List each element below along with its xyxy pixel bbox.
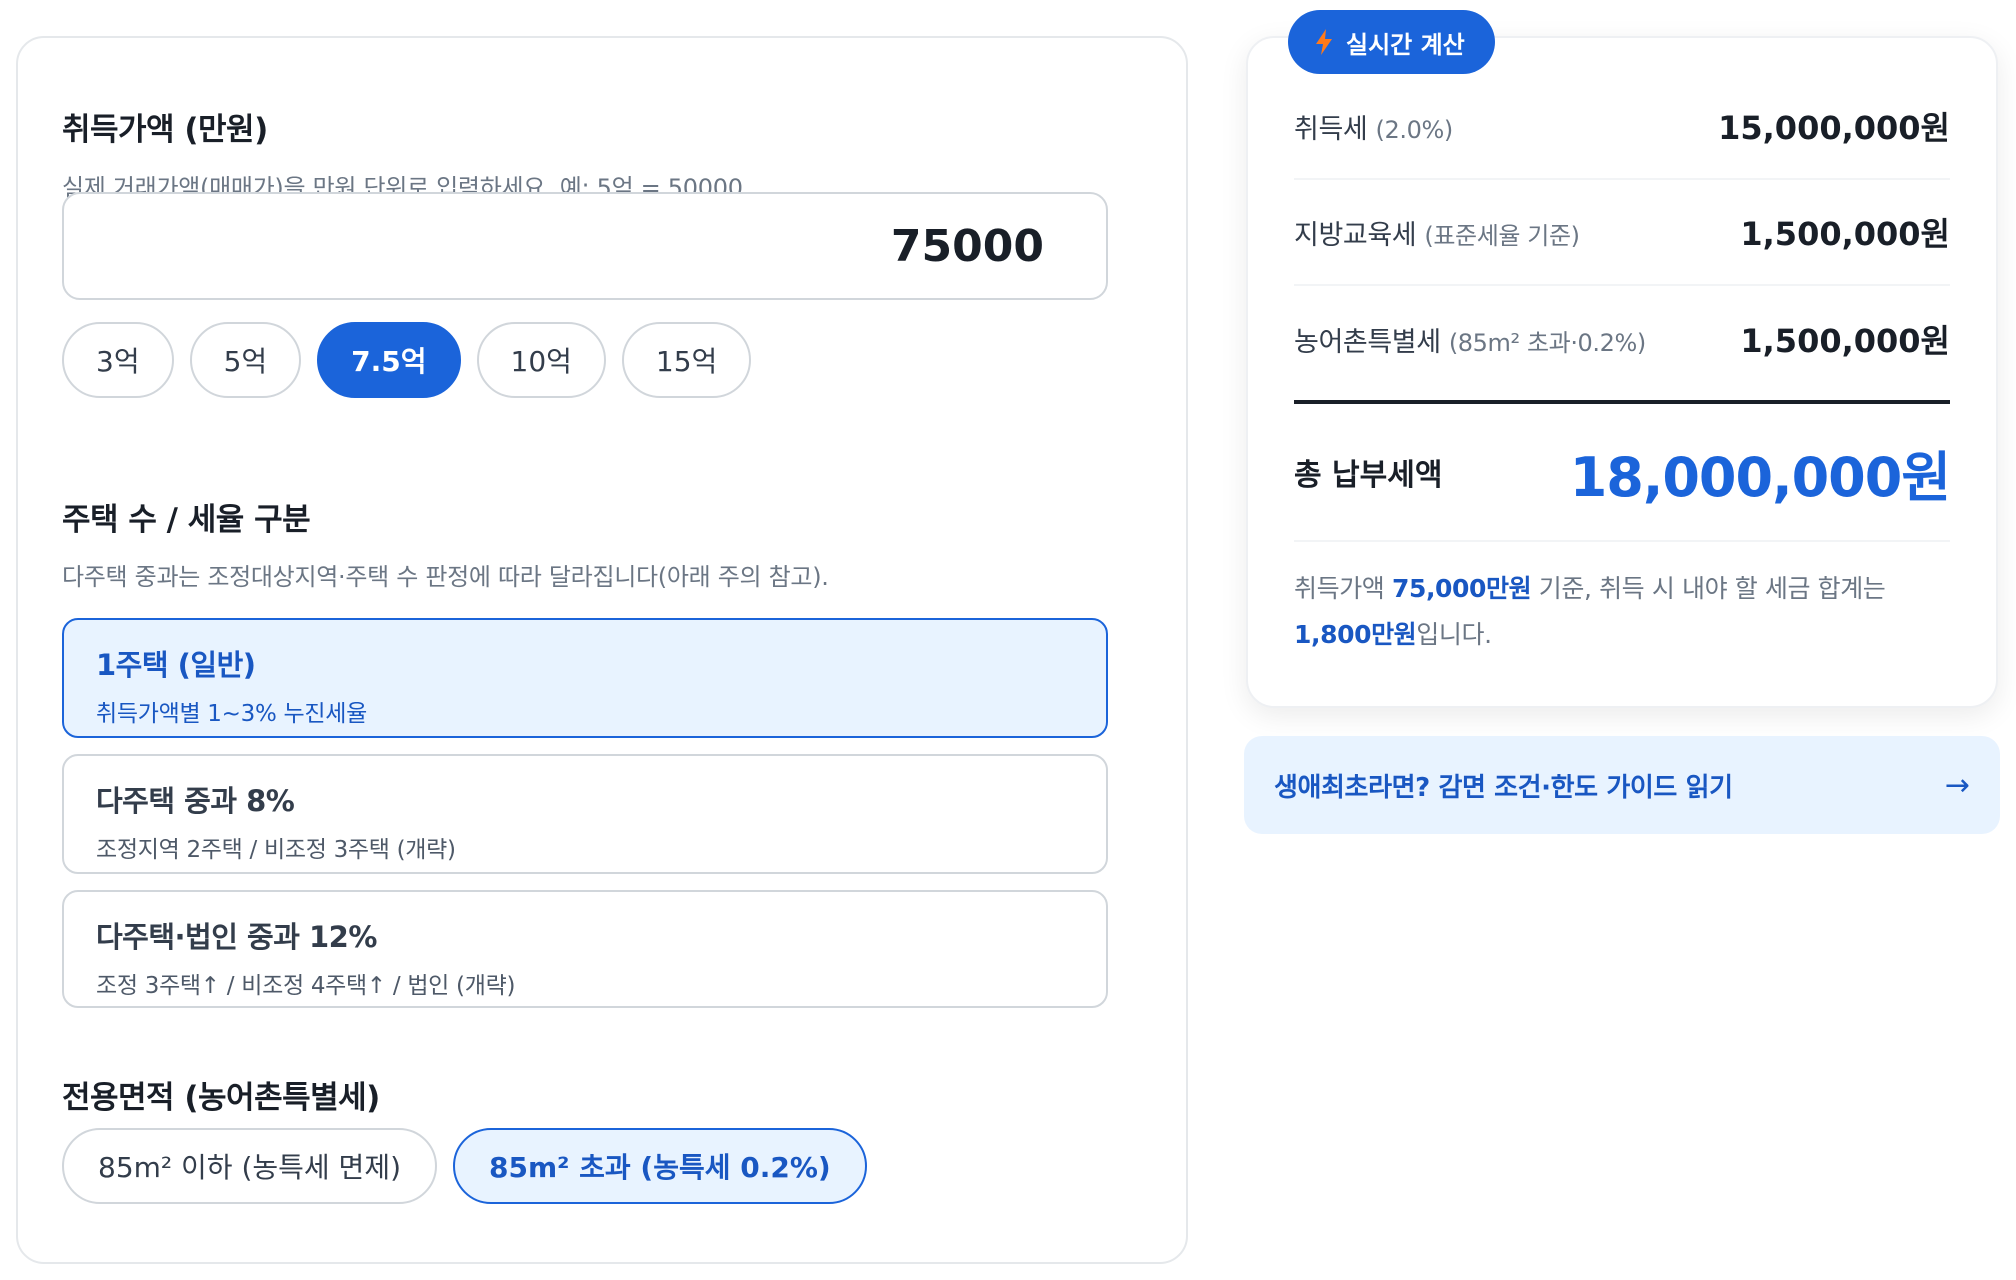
house-option-single[interactable]: 1주택 (일반) 취득가액별 1~3% 누진세율 [62,618,1108,738]
guide-label: 생애최초라면? 감면 조건·한도 가이드 읽기 [1274,772,1733,803]
badge-label: 실시간 계산 [1346,30,1465,59]
option-subtitle: 조정 3주택↑ / 비조정 4주택↑ / 법인 (개략) [96,973,516,999]
realtime-badge: 실시간 계산 [1288,10,1495,74]
tax-row-rural: 농어촌특별세 (85m² 초과·0.2%) 1,500,000원 [1294,286,1950,392]
preset-chip-5[interactable]: 5억 [189,322,302,398]
total-value: 18,000,000원 [1569,445,1951,509]
option-title: 다주택·법인 중과 12% [96,920,377,954]
option-title: 다주택 중과 8% [96,784,295,818]
house-option-multi-12[interactable]: 다주택·법인 중과 12% 조정 3주택↑ / 비조정 4주택↑ / 법인 (개… [62,890,1108,1008]
house-option-multi-8[interactable]: 다주택 중과 8% 조정지역 2주택 / 비조정 3주택 (개략) [62,754,1108,874]
area-options: 85m² 이하 (농특세 면제) 85m² 초과 (농특세 0.2%) [62,1128,867,1204]
total-row: 총 납부세액 18,000,000원 [1294,404,1951,542]
preset-chip-7-5[interactable]: 7.5억 [317,322,461,398]
total-label: 총 납부세액 [1294,458,1443,493]
option-title: 1주택 (일반) [96,648,256,682]
tax-row-education: 지방교육세 (표준세율 기준) 1,500,000원 [1294,180,1950,286]
preset-chip-15[interactable]: 15억 [621,322,752,398]
row-value: 1,500,000원 [1740,322,1950,360]
price-preset-chips: 3억 5억 7.5억 10억 15억 [62,322,752,398]
price-input[interactable] [62,192,1108,300]
row-value: 1,500,000원 [1740,215,1950,253]
area-chip-over-85[interactable]: 85m² 초과 (농특세 0.2%) [453,1128,867,1204]
arrow-right-icon: → [1944,767,1970,803]
price-section-title: 취득가액 (만원) [62,112,268,148]
result-summary: 취득가액 75,000만원 기준, 취득 시 내야 할 세금 합계는 1,800… [1294,574,1886,649]
option-subtitle: 조정지역 2주택 / 비조정 3주택 (개략) [96,837,456,863]
first-home-guide-link[interactable]: 생애최초라면? 감면 조건·한도 가이드 읽기 → [1244,736,2000,834]
preset-chip-3[interactable]: 3억 [62,322,174,398]
houses-section-desc: 다주택 중과는 조정대상지역·주택 수 판정에 따라 달라집니다(아래 주의 참… [62,563,829,591]
houses-section-title: 주택 수 / 세율 구분 [62,502,311,538]
row-label: 지방교육세 (표준세율 기준) [1294,219,1580,251]
bolt-icon [1316,29,1332,55]
row-label: 취득세 (2.0%) [1294,113,1453,145]
option-subtitle: 취득가액별 1~3% 누진세율 [96,701,367,727]
tax-row-acquisition: 취득세 (2.0%) 15,000,000원 [1294,74,1950,180]
row-label: 농어촌특별세 (85m² 초과·0.2%) [1294,326,1646,358]
row-value: 15,000,000원 [1718,109,1950,147]
preset-chip-10[interactable]: 10억 [476,322,606,398]
area-chip-under-85[interactable]: 85m² 이하 (농특세 면제) [62,1128,437,1204]
calculator-page: 취득가액 (만원) 실제 거래가액(매매가)을 만원 단위로 입력하세요. 예:… [0,0,2016,1280]
area-section-title: 전용면적 (농어촌특별세) [62,1080,380,1116]
